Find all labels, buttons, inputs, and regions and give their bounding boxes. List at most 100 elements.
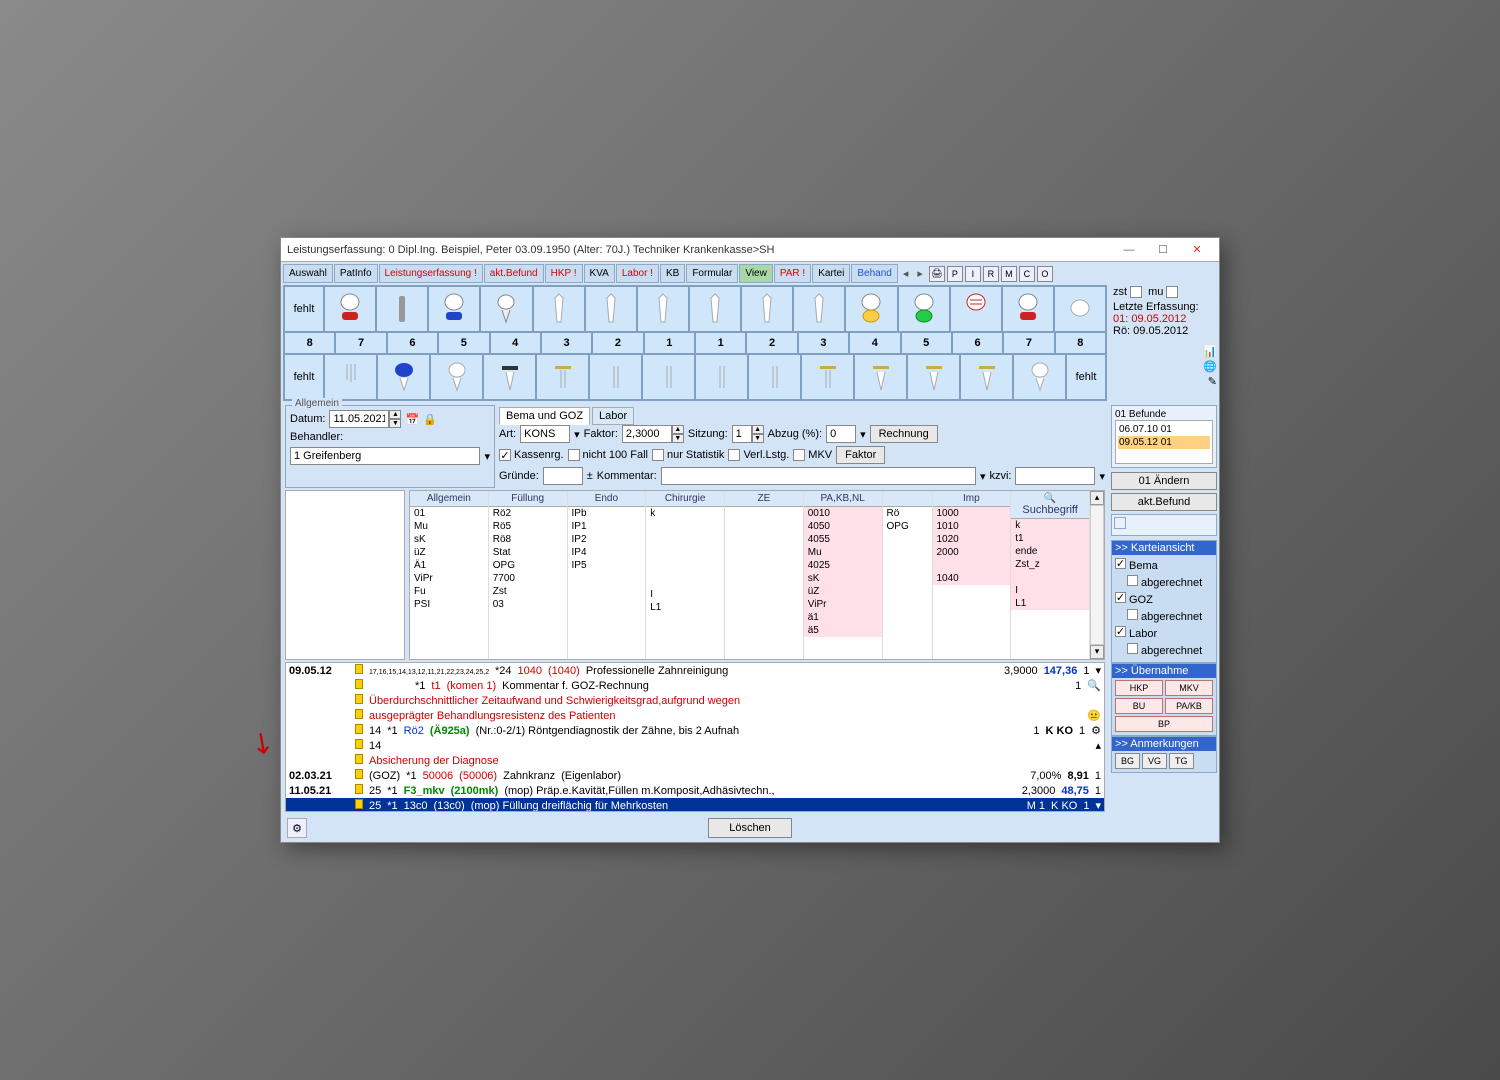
- code-cell[interactable]: 4025: [804, 559, 882, 572]
- zst-checkbox[interactable]: zst: [1113, 286, 1142, 298]
- entry-row-selected[interactable]: 25 *1 13c0 (13c0) (mop) Füllung dreifläc…: [286, 798, 1104, 812]
- befund-item[interactable]: 09.05.12 01: [1118, 436, 1210, 449]
- codegrid-scrollbar[interactable]: ▴ ▾: [1090, 491, 1104, 659]
- code-cell[interactable]: IP1: [568, 520, 646, 533]
- tooth-l3b[interactable]: [801, 354, 854, 400]
- code-cell[interactable]: IP4: [568, 546, 646, 559]
- code-cell[interactable]: üZ: [804, 585, 882, 598]
- side-icon-2[interactable]: 🌐: [1203, 360, 1217, 373]
- befund-item[interactable]: 06.07.10 01: [1118, 423, 1210, 436]
- tooth-u3[interactable]: [533, 286, 585, 332]
- code-cell[interactable]: PSI: [410, 598, 488, 611]
- faktor-input[interactable]: [622, 425, 672, 443]
- code-cell[interactable]: OPG: [883, 520, 932, 533]
- code-cell[interactable]: 1020: [933, 533, 1011, 546]
- face-icon[interactable]: 😐: [1087, 709, 1101, 722]
- mkv-checkbox[interactable]: MKV: [793, 449, 832, 461]
- tab-aktbefund[interactable]: akt.Befund: [484, 264, 544, 283]
- gruende-input[interactable]: [543, 467, 583, 485]
- codetab-allgemein[interactable]: Allgemein: [410, 491, 488, 507]
- codetab-chirurgie[interactable]: Chirurgie: [646, 491, 724, 507]
- kassenrg-checkbox[interactable]: ✓Kassenrg.: [499, 449, 564, 461]
- search-icon[interactable]: 🔍: [1087, 679, 1101, 692]
- code-cell[interactable]: ViPr: [410, 572, 488, 585]
- kartei-header[interactable]: >> Karteiansicht: [1112, 541, 1216, 555]
- code-cell[interactable]: 1040: [933, 572, 1011, 585]
- scroll-up-icon[interactable]: ▴: [1090, 491, 1104, 505]
- kommentar-input[interactable]: [661, 467, 976, 485]
- pakb-button[interactable]: PA/KB: [1165, 698, 1213, 714]
- tab-par[interactable]: PAR !: [774, 264, 811, 283]
- hkp-button[interactable]: HKP: [1115, 680, 1163, 696]
- tooth-l4b[interactable]: [854, 354, 907, 400]
- code-cell[interactable]: 03: [489, 598, 567, 611]
- side-icon-1[interactable]: 📊: [1203, 345, 1217, 358]
- tab-patinfo[interactable]: PatInfo: [334, 264, 378, 283]
- tooth-l2[interactable]: [589, 354, 642, 400]
- anmerk-header[interactable]: >> Anmerkungen: [1112, 737, 1216, 751]
- tool-o[interactable]: O: [1037, 266, 1053, 282]
- scroll-down-icon[interactable]: ▾: [1095, 799, 1101, 812]
- code-cell[interactable]: ä1: [804, 611, 882, 624]
- code-cell[interactable]: IP5: [568, 559, 646, 572]
- code-cell[interactable]: sK: [804, 572, 882, 585]
- mu-checkbox[interactable]: mu: [1148, 286, 1178, 298]
- code-cell[interactable]: Rö: [883, 507, 932, 520]
- code-cell[interactable]: 2000: [933, 546, 1011, 559]
- tooth-u2[interactable]: [585, 286, 637, 332]
- side-icon-3[interactable]: ✎: [1208, 375, 1217, 388]
- tg-button[interactable]: TG: [1169, 753, 1194, 769]
- code-cell[interactable]: k: [646, 507, 724, 520]
- code-cell[interactable]: ende: [1011, 545, 1089, 558]
- entry-row[interactable]: 09.05.12 17,16,15,14,13,12,11,21,22,23,2…: [286, 663, 1104, 678]
- kartei-labor-checkbox[interactable]: ✓Labor: [1115, 625, 1213, 642]
- kzvi-dropdown-icon[interactable]: ▾: [1099, 470, 1105, 483]
- codetab-suchbegriff[interactable]: 🔍 Suchbegriff: [1011, 491, 1089, 519]
- tooth-u6[interactable]: [376, 286, 428, 332]
- code-cell[interactable]: IPb: [568, 507, 646, 520]
- code-cell[interactable]: 4055: [804, 533, 882, 546]
- scroll-up-icon[interactable]: ▴: [1095, 739, 1101, 752]
- lock-icon[interactable]: 🔒: [423, 413, 437, 426]
- tooth-l1[interactable]: [642, 354, 695, 400]
- gear-icon[interactable]: ⚙: [1091, 724, 1101, 737]
- spin-down-icon[interactable]: ▼: [389, 419, 401, 428]
- uebernahme-header[interactable]: >> Übernahme: [1112, 664, 1216, 678]
- code-cell[interactable]: 0010: [804, 507, 882, 520]
- rechnung-button[interactable]: Rechnung: [870, 425, 938, 443]
- entry-row[interactable]: 02.03.21 (GOZ) *1 50006 (50006) Zahnkran…: [286, 768, 1104, 783]
- tab-kartei[interactable]: Kartei: [812, 264, 850, 283]
- art-dropdown-icon[interactable]: ▾: [574, 428, 580, 441]
- code-cell[interactable]: Rö2: [489, 507, 567, 520]
- dropdown-icon[interactable]: ▾: [1095, 664, 1101, 677]
- verllstg-checkbox[interactable]: Verl.Lstg.: [728, 449, 789, 461]
- calendar-icon[interactable]: 📅: [405, 413, 419, 426]
- subtab-labor[interactable]: Labor: [592, 407, 634, 425]
- entry-list[interactable]: 09.05.12 17,16,15,14,13,12,11,21,22,23,2…: [285, 662, 1105, 812]
- tab-leistungserfassung[interactable]: Leistungserfassung !: [379, 264, 483, 283]
- print-icon[interactable]: 🖨: [929, 266, 945, 282]
- nurstat-checkbox[interactable]: nur Statistik: [652, 449, 724, 461]
- tooth-u5b[interactable]: [898, 286, 950, 332]
- code-cell[interactable]: Mu: [804, 546, 882, 559]
- aktbefund-button[interactable]: akt.Befund: [1111, 493, 1217, 511]
- tooth-l5b[interactable]: [907, 354, 960, 400]
- code-cell[interactable]: üZ: [410, 546, 488, 559]
- entry-row[interactable]: 11.05.21 25 *1 F3_mkv (2100mk) (mop) Prä…: [286, 783, 1104, 798]
- tooth-u8b[interactable]: [1054, 286, 1106, 332]
- art-select[interactable]: [520, 425, 570, 443]
- code-cell[interactable]: ViPr: [804, 598, 882, 611]
- tooth-u7b[interactable]: [1002, 286, 1054, 332]
- loeschen-button[interactable]: Löschen: [708, 818, 792, 838]
- code-cell[interactable]: 4050: [804, 520, 882, 533]
- code-cell[interactable]: Rö5: [489, 520, 567, 533]
- codetab-pakbnl[interactable]: PA,KB,NL: [804, 491, 882, 507]
- tooth-l1b[interactable]: [695, 354, 748, 400]
- tab-behand[interactable]: Behand: [851, 264, 897, 283]
- tab-next[interactable]: ▸: [913, 265, 927, 282]
- tab-labor[interactable]: Labor !: [616, 264, 659, 283]
- codetab-fuellung[interactable]: Füllung: [489, 491, 567, 507]
- codetab-ze[interactable]: ZE: [725, 491, 803, 507]
- kzvi-input[interactable]: [1015, 467, 1095, 485]
- code-cell[interactable]: Fu: [410, 585, 488, 598]
